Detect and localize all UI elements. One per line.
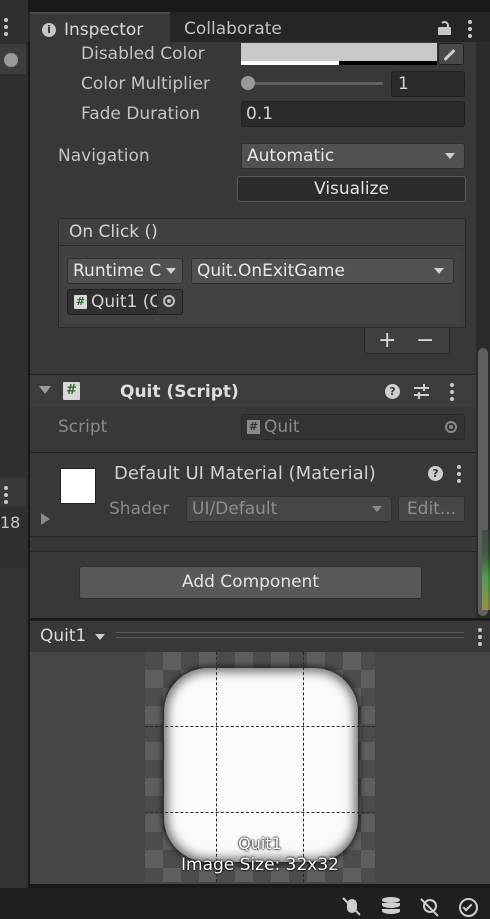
navigation-label: Navigation	[58, 146, 150, 166]
shader-dropdown[interactable]: UI/Default	[186, 496, 392, 522]
object-picker-icon	[163, 295, 175, 307]
navigation-dropdown[interactable]: Automatic	[241, 143, 465, 169]
script-value: Quit	[264, 417, 300, 437]
script-component-icon: #	[63, 382, 80, 400]
script-label: Script	[58, 417, 108, 437]
material-foldout-icon[interactable]	[41, 513, 50, 525]
quit-script-title: Quit (Script)	[120, 382, 239, 402]
shader-edit-button[interactable]: Edit...	[398, 496, 465, 522]
preview-object-name: Quit1	[40, 626, 87, 646]
chevron-down-icon	[372, 506, 382, 512]
on-click-header: On Click ()	[58, 218, 466, 246]
disabled-color-label: Disabled Color	[81, 44, 205, 64]
sprite-preview-image	[164, 668, 358, 862]
component-more-menu-icon[interactable]	[450, 383, 454, 404]
left-panel-number: 18	[0, 513, 21, 532]
info-icon: i	[42, 23, 56, 37]
material-title: Default UI Material (Material)	[114, 463, 376, 484]
runtime-dropdown[interactable]: Runtime C	[67, 258, 183, 284]
runtime-selected: Runtime C	[73, 261, 161, 281]
object-reference-field[interactable]: # Quit1 (C	[67, 289, 183, 315]
script-hash-icon: #	[247, 420, 260, 434]
chevron-down-icon	[434, 268, 444, 274]
quit-script-header[interactable]	[30, 375, 476, 407]
left-scroll-knob[interactable]	[4, 53, 18, 67]
navigation-selected: Automatic	[247, 146, 335, 166]
chevron-down-icon	[445, 153, 455, 159]
color-multiplier-label: Color Multiplier	[81, 74, 211, 94]
disabled-color-swatch[interactable]	[241, 43, 437, 65]
color-multiplier-input[interactable]: 1	[391, 71, 465, 97]
script-hash-icon: #	[74, 295, 87, 309]
color-multiplier-slider-track[interactable]	[245, 82, 383, 85]
separator	[30, 551, 476, 552]
color-multiplier-slider-handle[interactable]	[241, 76, 255, 90]
eyedropper-icon	[443, 48, 456, 62]
help-icon[interactable]: ?	[385, 384, 400, 399]
status-bar	[0, 888, 490, 919]
fade-duration-label: Fade Duration	[81, 104, 201, 124]
add-listener-button[interactable]: +	[378, 328, 396, 353]
database-icon[interactable]	[382, 897, 402, 915]
border-guide-bottom	[145, 812, 375, 813]
foldout-arrow-icon[interactable]	[39, 386, 51, 394]
separator	[30, 452, 476, 453]
script-field: # Quit	[241, 414, 465, 440]
eyedropper-button[interactable]	[438, 43, 464, 65]
left-more-menu-icon[interactable]	[4, 18, 8, 39]
visualize-button[interactable]: Visualize	[237, 176, 466, 202]
function-dropdown[interactable]: Quit.OnExitGame	[191, 258, 454, 284]
remove-listener-button[interactable]: −	[416, 328, 434, 353]
tab-collaborate[interactable]: Collaborate	[184, 19, 282, 39]
chevron-down-icon	[166, 268, 176, 274]
add-component-button[interactable]: Add Component	[79, 566, 422, 599]
left-more-menu-icon-2[interactable]	[4, 486, 8, 507]
left-panel-lower	[0, 568, 26, 888]
chevron-down-icon	[95, 634, 105, 640]
preview-more-menu-icon[interactable]	[478, 628, 482, 649]
right-edge-meter	[482, 530, 490, 610]
checkmark-circle-icon[interactable]	[459, 898, 478, 917]
lock-icon[interactable]	[438, 21, 451, 35]
preset-sliders-icon[interactable]	[414, 384, 429, 399]
on-click-title: On Click ()	[69, 222, 158, 242]
material-swatch	[60, 468, 96, 504]
tab-inspector-label: Inspector	[64, 20, 144, 40]
preview-image-size: Image Size: 32x32	[181, 855, 339, 875]
shader-value: UI/Default	[192, 499, 278, 519]
preview-drag-bar[interactable]	[116, 632, 464, 638]
network-disabled-icon[interactable]	[420, 897, 441, 917]
tab-more-menu-icon[interactable]	[468, 20, 472, 41]
object-reference-value: Quit1 (C	[91, 292, 157, 312]
function-selected: Quit.OnExitGame	[197, 261, 345, 281]
bug-icon[interactable]	[342, 897, 361, 916]
object-picker-icon	[445, 421, 457, 433]
fade-duration-input[interactable]: 0.1	[241, 101, 465, 127]
object-picker-button[interactable]	[158, 290, 182, 314]
separator	[30, 536, 476, 537]
preview-object-dropdown[interactable]: Quit1	[40, 626, 110, 648]
preview-image-name: Quit1	[238, 834, 282, 853]
border-guide-top	[145, 726, 375, 727]
tab-inspector[interactable]: i Inspector	[30, 12, 170, 42]
event-footer	[364, 328, 450, 354]
shader-label: Shader	[109, 499, 170, 519]
color-multiplier-value: 1	[398, 74, 409, 94]
help-icon[interactable]: ?	[428, 466, 443, 481]
material-more-menu-icon[interactable]	[457, 465, 461, 486]
fade-duration-value: 0.1	[246, 104, 274, 124]
